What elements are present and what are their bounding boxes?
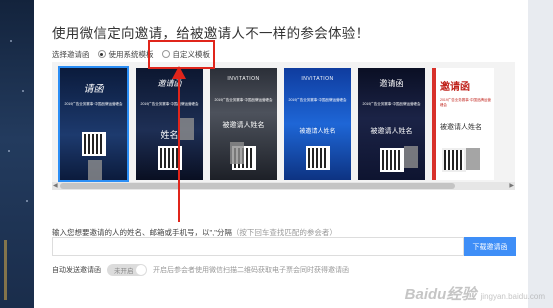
- auto-send-label: 自动发送邀请函: [52, 267, 101, 274]
- qr-code-icon: [306, 146, 330, 170]
- template-card[interactable]: 请函 2019广告业务赛事·中国品牌运营峰会: [58, 66, 129, 182]
- watermark-text: Baidu经验: [404, 286, 477, 303]
- blurred-region: [404, 146, 418, 168]
- template-card[interactable]: 邀请函 2019广告业务赛事·中国品牌运营峰会 被邀请人姓名: [358, 68, 425, 180]
- blurred-region: [230, 142, 244, 164]
- scroll-left-icon[interactable]: ◀: [53, 182, 58, 190]
- template-label: 选择邀请函: [52, 49, 90, 59]
- template-subtitle: 2019广告业务赛事·中国品牌运营峰会: [140, 102, 199, 106]
- download-invitation-button[interactable]: 下载邀请函: [464, 237, 516, 256]
- template-title: 邀请函: [379, 79, 404, 88]
- background-right: [528, 0, 553, 308]
- invite-label-text: 输入您想要邀请的人的姓名、邮箱或手机号，以","分隔: [52, 228, 232, 237]
- toggle-state-label: 未开启: [114, 268, 134, 275]
- invitation-panel: 使用微信定向邀请，给被邀请人不一样的参会体验！ 选择邀请函 使用系统模板 自定义…: [34, 0, 528, 308]
- template-name: 被邀请人姓名: [440, 124, 482, 131]
- radio-checked-icon[interactable]: [97, 50, 106, 58]
- template-name: 被邀请人姓名: [299, 129, 336, 135]
- gallery-scrollbar[interactable]: ◀ ▶: [52, 182, 515, 190]
- background-left: [0, 0, 34, 308]
- auto-send-toggle[interactable]: 未开启: [107, 264, 147, 276]
- template-title: INVITATION: [227, 76, 260, 82]
- qr-code-icon: [442, 148, 466, 172]
- scroll-right-icon[interactable]: ▶: [509, 182, 514, 190]
- template-gallery: 请函 2019广告业务赛事·中国品牌运营峰会 邀请函 2019广告业务赛事·中国…: [52, 62, 515, 187]
- template-title: 邀请函: [157, 79, 182, 88]
- template-card[interactable]: INVITATION 2019广告业务赛事·中国品牌运营峰会 被邀请人姓名: [284, 68, 351, 180]
- template-subtitle: 2019广告业务赛事·中国品牌运营峰会: [440, 98, 491, 107]
- blurred-region: [466, 148, 480, 170]
- template-subtitle: 2019广告业务赛事·中国品牌运营峰会: [64, 102, 123, 106]
- template-title: 邀请函: [440, 82, 470, 93]
- option-system-template[interactable]: 使用系统模板: [97, 49, 154, 60]
- qr-code-icon: [82, 132, 106, 156]
- template-subtitle: 2019广告业务赛事·中国品牌运营峰会: [288, 98, 347, 102]
- option-system-label: 使用系统模板: [108, 49, 154, 59]
- highlight-box: [148, 40, 215, 69]
- blurred-region: [88, 160, 102, 180]
- auto-send-description: 开启后参会者使用微信扫描二维码获取电子票会同时获得邀请函: [153, 267, 349, 274]
- page-heading: 使用微信定向邀请，给被邀请人不一样的参会体验！: [52, 26, 370, 41]
- auto-send-row: 自动发送邀请函 未开启 开启后参会者使用微信扫描二维码获取电子票会同时获得邀请函: [52, 264, 349, 276]
- scrollbar-thumb[interactable]: [60, 183, 455, 189]
- watermark-sub: jingyan.baidu.com: [480, 292, 545, 301]
- watermark: Baidu经验 jingyan.baidu.com: [405, 283, 545, 304]
- template-card[interactable]: INVITATION 2019广告业务赛事·中国品牌运营峰会 被邀请人姓名: [210, 68, 277, 180]
- template-subtitle: 2019广告业务赛事·中国品牌运营峰会: [214, 98, 273, 102]
- blurred-region: [180, 118, 194, 140]
- template-title: 请函: [83, 84, 104, 95]
- annotation-arrow: [178, 76, 180, 222]
- template-title: INVITATION: [301, 76, 334, 82]
- template-name: 被邀请人姓名: [370, 128, 413, 135]
- invitee-input[interactable]: [52, 237, 464, 256]
- toggle-knob: [136, 265, 146, 275]
- template-name: 被邀请人姓名: [222, 122, 265, 129]
- invite-hint: （按下回车查找匹配的参会者）: [231, 228, 337, 237]
- template-card[interactable]: 邀请函 2019广告业务赛事·中国品牌运营峰会 姓名: [136, 68, 203, 180]
- template-card[interactable]: 邀请函 2019广告业务赛事·中国品牌运营峰会 被邀请人姓名: [432, 68, 494, 180]
- template-subtitle: 2019广告业务赛事·中国品牌运营峰会: [362, 102, 421, 106]
- qr-code-icon: [380, 148, 404, 172]
